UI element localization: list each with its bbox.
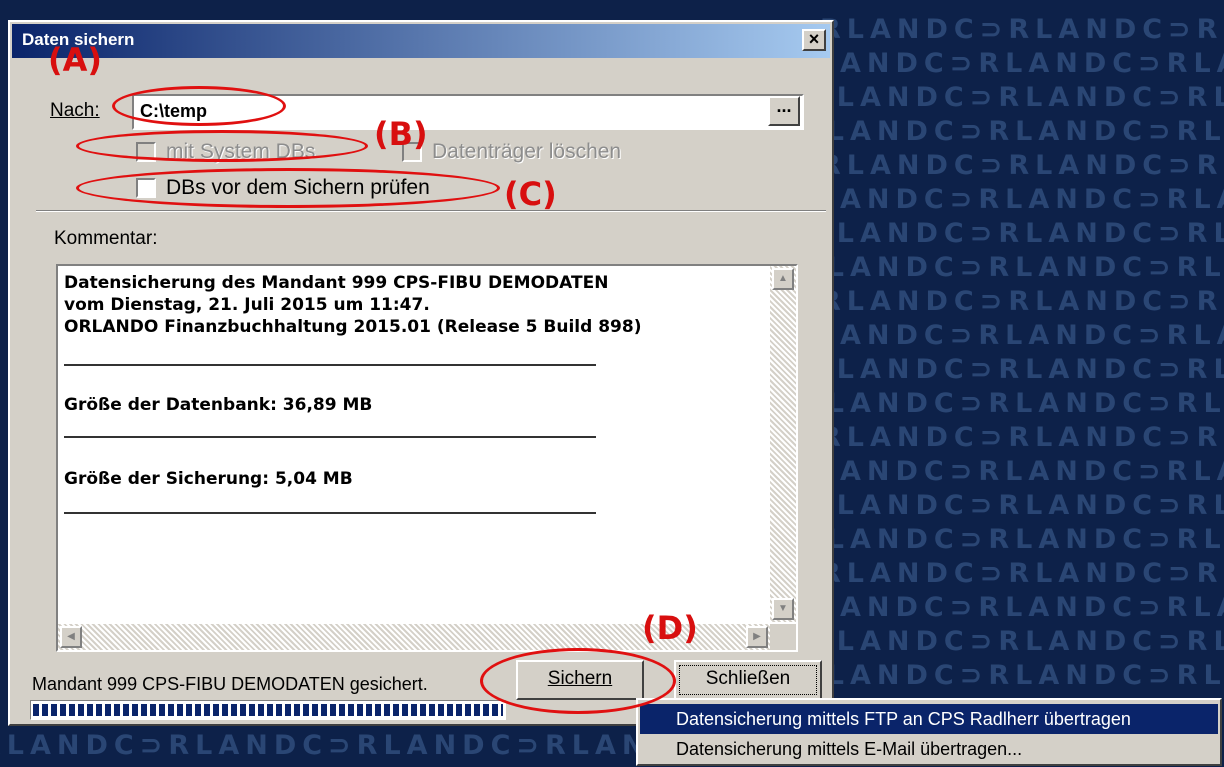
target-label: Nach: [50,100,100,121]
menu-item-email[interactable]: Datensicherung mittels E-Mail übertragen… [640,734,1218,764]
comment-rule [64,436,596,438]
wallpaper-logo-text: RLANDC⊃RLANDC⊃RLANDC⊃RLANDC⊃RLANDC⊃RLAND… [800,252,1224,283]
browse-button[interactable]: ... [768,96,800,126]
menu-item-ftp[interactable]: Datensicherung mittels FTP an CPS Radlhe… [640,704,1218,734]
wallpaper-logo-text: RLANDC⊃RLANDC⊃RLANDC⊃RLANDC⊃RLANDC⊃RLAND… [790,456,1224,487]
comment-rule [64,364,596,366]
wallpaper-logo-text: RLANDC⊃RLANDC⊃RLANDC⊃RLANDC⊃RLANDC⊃RLAND… [820,286,1224,317]
wallpaper-logo-text: RLANDC⊃RLANDC⊃RLANDC⊃RLANDC⊃RLANDC⊃RLAND… [800,660,1224,691]
scroll-right-icon[interactable]: ▶ [746,626,768,648]
wallpaper-logo-text: RLANDC⊃RLANDC⊃RLANDC⊃RLANDC⊃RLANDC⊃RLAND… [820,422,1224,453]
vertical-scrollbar[interactable]: ▲ ▼ [770,266,796,622]
wallpaper-logo-text: RLANDC⊃RLANDC⊃RLANDC⊃RLANDC⊃RLANDC⊃RLAND… [800,388,1224,419]
separator [36,210,826,212]
scroll-up-icon[interactable]: ▲ [772,268,794,290]
erase-media-label: Datenträger löschen [432,140,622,163]
save-button[interactable]: Sichern [516,660,644,700]
scroll-down-icon[interactable]: ▼ [772,598,794,620]
system-dbs-label: mit System DBs [166,140,316,163]
wallpaper-logo-text: RLANDC⊃RLANDC⊃RLANDC⊃RLANDC⊃RLANDC⊃RLAND… [810,354,1224,385]
wallpaper-logo-text: RLANDC⊃RLANDC⊃RLANDC⊃RLANDC⊃RLANDC⊃RLAND… [790,592,1224,623]
close-button[interactable]: Schließen [674,660,822,700]
comment-label: Kommentar: [54,228,158,249]
title-bar[interactable]: Daten sichern × [12,24,830,58]
scroll-left-icon[interactable]: ◀ [60,626,82,648]
wallpaper-logo-text: RLANDC⊃RLANDC⊃RLANDC⊃RLANDC⊃RLANDC⊃RLAND… [800,116,1224,147]
backup-size-text: Größe der Sicherung: 5,04 MB [64,469,353,489]
close-icon[interactable]: × [802,29,826,51]
check-dbs-label: DBs vor dem Sichern prüfen [166,176,430,199]
db-size-text: Größe der Datenbank: 36,89 MB [64,395,373,415]
wallpaper-logo-text: RLANDC⊃RLANDC⊃RLANDC⊃RLANDC⊃RLANDC⊃RLAND… [810,626,1224,657]
comment-textarea[interactable]: Datensicherung des Mandant 999 CPS-FIBU … [56,264,798,652]
comment-content: Datensicherung des Mandant 999 CPS-FIBU … [64,272,641,338]
scroll-corner [770,624,796,650]
wallpaper-logo-text: RLANDC⊃RLANDC⊃RLANDC⊃RLANDC⊃RLANDC⊃RLAND… [810,82,1224,113]
wallpaper-logo-text: RLANDC⊃RLANDC⊃RLANDC⊃RLANDC⊃RLANDC⊃RLAND… [790,320,1224,351]
wallpaper-logo-text: RLANDC⊃RLANDC⊃RLANDC⊃RLANDC⊃RLANDC⊃RLAND… [790,48,1224,79]
wallpaper-logo-text: RLANDC⊃RLANDC⊃RLANDC⊃RLANDC⊃RLANDC⊃RLAND… [800,524,1224,555]
focus-ring [679,665,817,695]
annotation-label-b: (B) [374,115,428,153]
status-text: Mandant 999 CPS-FIBU DEMODATEN gesichert… [32,674,428,694]
system-dbs-checkbox[interactable] [136,142,156,162]
comment-rule [64,512,596,514]
comment-line: Datensicherung des Mandant 999 CPS-FIBU … [64,273,609,293]
progress-fill [33,704,503,716]
annotation-label-c: (C) [504,175,557,213]
transfer-menu: Datensicherung mittels FTP an CPS Radlhe… [636,698,1222,766]
wallpaper-logo-text: RLANDC⊃RLANDC⊃RLANDC⊃RLANDC⊃RLANDC⊃RLAND… [820,150,1224,181]
annotation-label-a: (A) [48,41,103,79]
check-dbs-checkbox[interactable] [136,178,156,198]
wallpaper-logo-text: RLANDC⊃RLANDC⊃RLANDC⊃RLANDC⊃RLANDC⊃RLAND… [820,14,1224,45]
progress-bar [30,700,506,720]
target-path-input[interactable]: C:\temp [132,94,804,130]
wallpaper-logo-text: RLANDC⊃RLANDC⊃RLANDC⊃RLANDC⊃RLANDC⊃RLAND… [790,184,1224,215]
wallpaper-logo-text: RLANDC⊃RLANDC⊃RLANDC⊃RLANDC⊃RLANDC⊃RLAND… [820,558,1224,589]
comment-line: vom Dienstag, 21. Juli 2015 um 11:47. [64,295,430,315]
wallpaper-logo-text: RLANDC⊃RLANDC⊃RLANDC⊃RLANDC⊃RLANDC⊃RLAND… [810,490,1224,521]
comment-line: ORLANDO Finanzbuchhaltung 2015.01 (Relea… [64,317,642,337]
wallpaper-logo-text: RLANDC⊃RLANDC⊃RLANDC⊃RLANDC⊃RLANDC⊃RLAND… [810,218,1224,249]
annotation-label-d: (D) [642,609,698,647]
save-button-label: Sichern [547,668,613,689]
